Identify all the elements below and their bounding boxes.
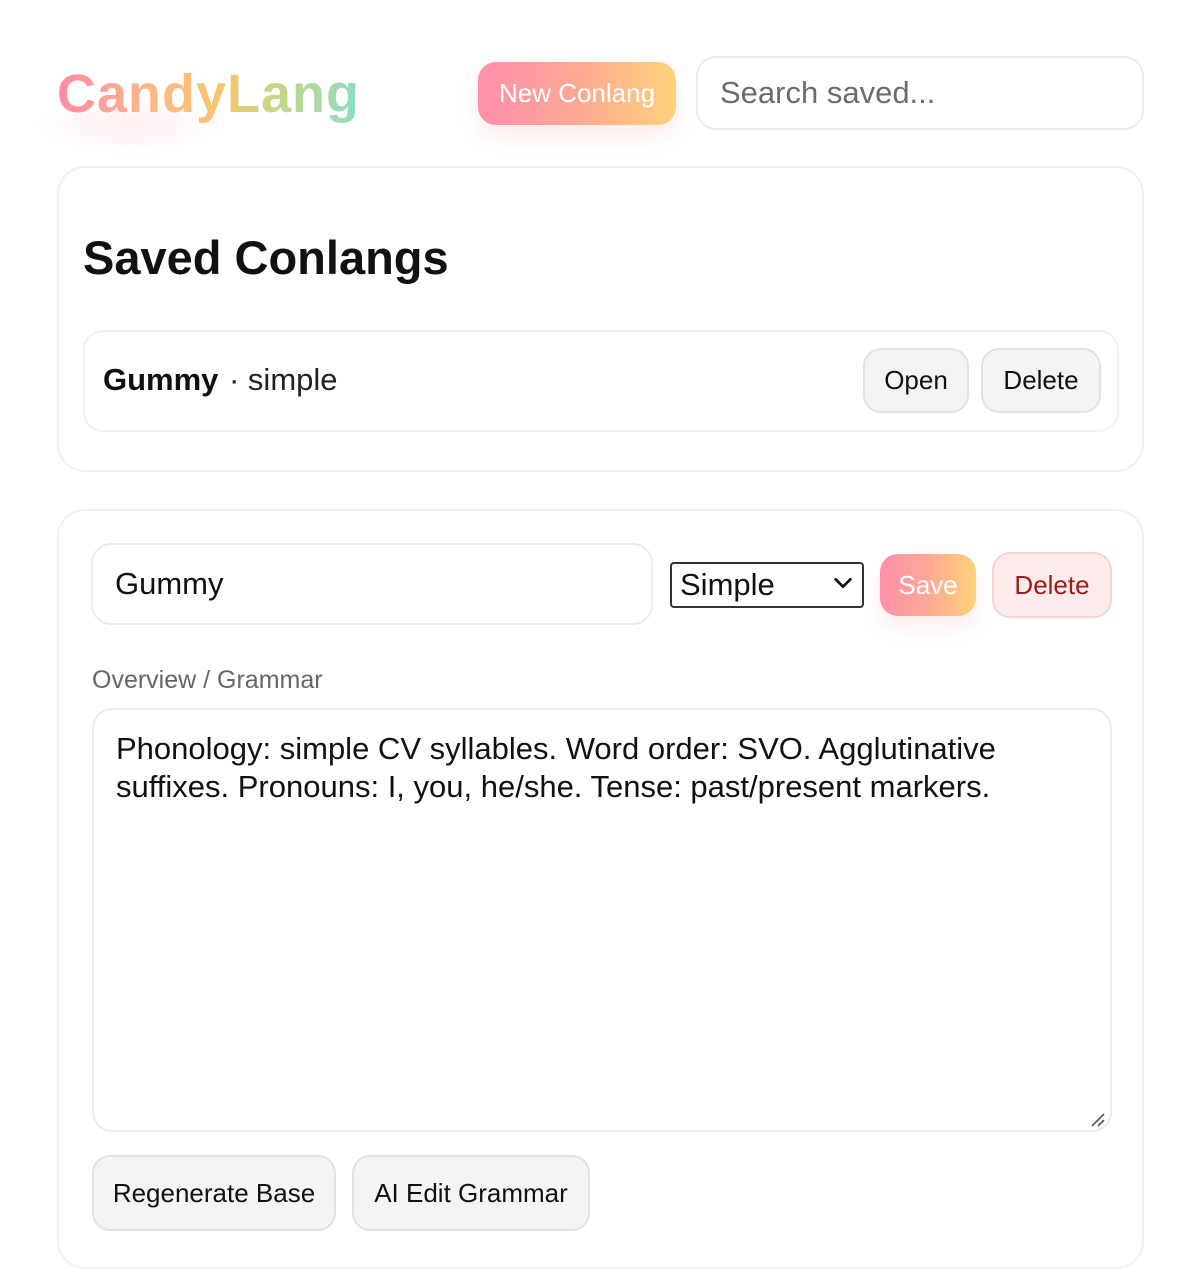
saved-conlang-item: Gummy · simple Open Delete <box>83 330 1119 432</box>
type-select[interactable]: Simple <box>670 562 864 608</box>
conlang-type: · simple <box>229 362 338 397</box>
search-input[interactable] <box>696 56 1144 130</box>
ai-edit-grammar-button[interactable]: AI Edit Grammar <box>352 1155 590 1231</box>
saved-conlangs-title: Saved Conlangs <box>83 231 449 284</box>
new-conlang-button[interactable]: New Conlang <box>478 62 676 125</box>
conlang-editor-panel: Simple Save Delete Overview / Grammar Ph… <box>57 509 1144 1269</box>
saved-conlangs-panel: Saved Conlangs Gummy · simple Open Delet… <box>57 166 1144 472</box>
open-button[interactable]: Open <box>863 348 969 413</box>
chevron-down-icon <box>834 577 852 589</box>
grammar-label: Overview / Grammar <box>92 666 323 694</box>
delete-button[interactable]: Delete <box>992 552 1112 618</box>
save-button[interactable]: Save <box>880 554 976 616</box>
grammar-textarea[interactable]: Phonology: simple CV syllables. Word ord… <box>92 708 1112 1132</box>
app-logo: CandyLang <box>57 60 360 128</box>
conlang-name: Gummy <box>103 362 219 397</box>
resize-handle-icon[interactable] <box>1089 1111 1105 1127</box>
delete-saved-button[interactable]: Delete <box>981 348 1101 413</box>
top-bar: CandyLang New Conlang <box>0 0 1200 155</box>
regenerate-base-button[interactable]: Regenerate Base <box>92 1155 336 1231</box>
conlang-name-input[interactable] <box>91 543 653 625</box>
type-select-value: Simple <box>680 567 775 602</box>
